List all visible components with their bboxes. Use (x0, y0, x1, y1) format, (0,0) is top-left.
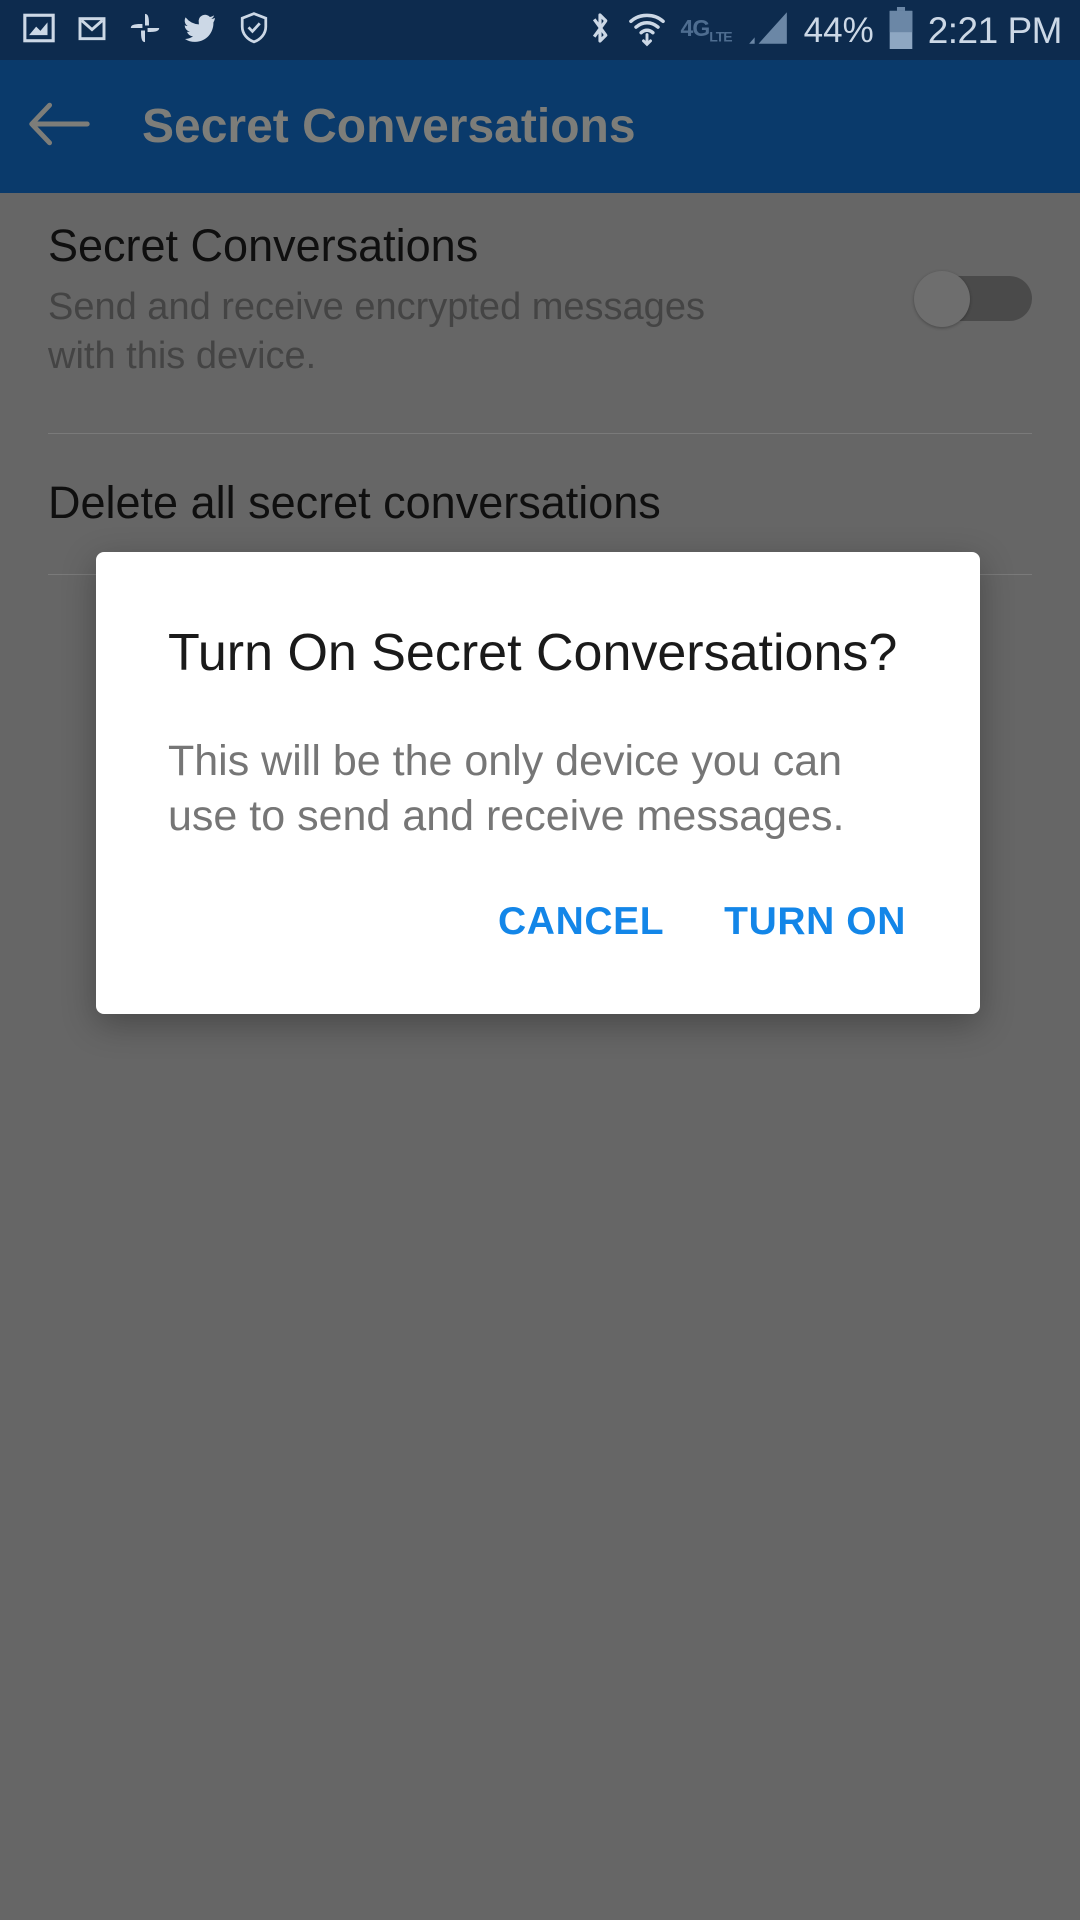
settings-content: Secret Conversations Send and receive en… (0, 193, 1080, 1920)
setting-subtitle: Send and receive encrypted messages with… (48, 286, 705, 378)
clock-label: 2:21 PM (927, 9, 1063, 51)
dialog-title: Turn On Secret Conversations? (168, 624, 898, 682)
network-type-label: 4GLTE (680, 14, 733, 45)
dialog-actions: CANCEL TURN ON (96, 844, 980, 1014)
app-bar: Secret Conversations (0, 60, 1080, 193)
wifi-icon (627, 9, 667, 52)
battery-percent-label: 44% (803, 10, 874, 50)
status-bar-right-icons: 4GLTE 44% 2:21 PM (587, 6, 1063, 54)
screenshot-icon (22, 11, 56, 50)
arrow-left-icon (27, 98, 91, 155)
page-title: Secret Conversations (142, 100, 636, 153)
google-photos-icon (128, 11, 162, 50)
cancel-button[interactable]: CANCEL (472, 882, 690, 962)
setting-row-secret-conversations[interactable]: Secret Conversations Send and receive en… (0, 193, 1080, 433)
twitter-icon (182, 10, 218, 51)
cellular-signal-icon (746, 9, 790, 52)
shield-check-icon (238, 11, 270, 50)
status-bar: 4GLTE 44% 2:21 PM (0, 0, 1080, 60)
dialog-body: This will be the only device you can use… (168, 737, 845, 841)
toggle-thumb (914, 271, 970, 327)
secret-conversations-toggle[interactable] (914, 271, 1032, 327)
gmail-icon (76, 12, 108, 49)
back-button[interactable] (0, 60, 118, 193)
setting-title: Secret Conversations (48, 220, 479, 271)
battery-icon (888, 6, 914, 54)
confirm-dialog: Turn On Secret Conversations? This will … (96, 552, 980, 1015)
bluetooth-icon (587, 9, 613, 52)
status-bar-left-icons (22, 10, 270, 51)
turn-on-button[interactable]: TURN ON (698, 882, 932, 962)
